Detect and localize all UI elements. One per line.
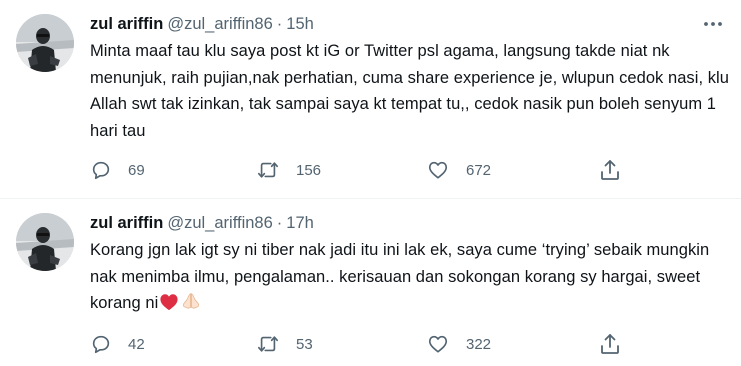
tweet[interactable]: zul ariffin @zul_ariffin86 · 17h Korang jgn… <box>0 199 741 366</box>
author-handle[interactable]: @zul_ariffin86 <box>167 15 272 33</box>
reply-icon <box>92 161 110 180</box>
retweet-count: 156 <box>296 161 322 179</box>
tweet[interactable]: zul ariffin @zul_ariffin86 · 15h Minta maaf… <box>0 0 741 198</box>
folded-hands-icon <box>183 293 200 309</box>
retweet-count: 53 <box>296 335 313 353</box>
share-icon <box>601 160 619 180</box>
like-button[interactable]: 322 <box>426 331 491 357</box>
retweet-button[interactable]: 156 <box>256 157 321 183</box>
reply-icon <box>92 335 110 354</box>
retweet-icon <box>258 162 278 178</box>
more-options-icon[interactable] <box>701 14 725 34</box>
retweet-button[interactable]: 53 <box>256 331 313 357</box>
tweet-time[interactable]: 17h <box>286 214 314 232</box>
tweet-header: zul ariffin @zul_ariffin86 · 15h <box>90 13 314 35</box>
tweet-text: Minta maaf tau klu saya post kt iG or Tw… <box>90 42 729 140</box>
like-count: 322 <box>466 335 492 353</box>
tweet-header: zul ariffin @zul_ariffin86 · 17h <box>90 212 314 234</box>
tweet-time[interactable]: 15h <box>286 15 314 33</box>
like-icon <box>428 161 448 179</box>
retweet-icon <box>258 336 278 352</box>
red-heart-icon <box>160 294 178 311</box>
tweet-text-container: Korang jgn lak igt sy ni tiber nak jadi … <box>90 237 730 317</box>
reply-count: 42 <box>128 335 145 353</box>
avatar[interactable] <box>16 213 74 271</box>
share-button[interactable] <box>598 331 622 357</box>
like-button[interactable]: 672 <box>426 157 491 183</box>
tweet-actions: 42 53 322 <box>90 331 630 357</box>
reply-button[interactable]: 69 <box>90 157 145 183</box>
author-name[interactable]: zul ariffin <box>90 15 163 33</box>
reply-button[interactable]: 42 <box>90 331 145 357</box>
author-handle[interactable]: @zul_ariffin86 <box>167 214 272 232</box>
separator-dot: · <box>276 15 283 33</box>
share-icon <box>601 334 619 354</box>
tweet-timeline: zul ariffin @zul_ariffin86 · 15h Minta maaf… <box>0 0 741 366</box>
reply-count: 69 <box>128 161 145 179</box>
author-name[interactable]: zul ariffin <box>90 214 163 232</box>
like-count: 672 <box>466 161 492 179</box>
tweet-actions: 69 156 672 <box>90 157 630 183</box>
share-button[interactable] <box>598 157 622 183</box>
like-icon <box>428 335 448 353</box>
avatar[interactable] <box>16 14 74 72</box>
separator-dot: · <box>276 214 283 232</box>
